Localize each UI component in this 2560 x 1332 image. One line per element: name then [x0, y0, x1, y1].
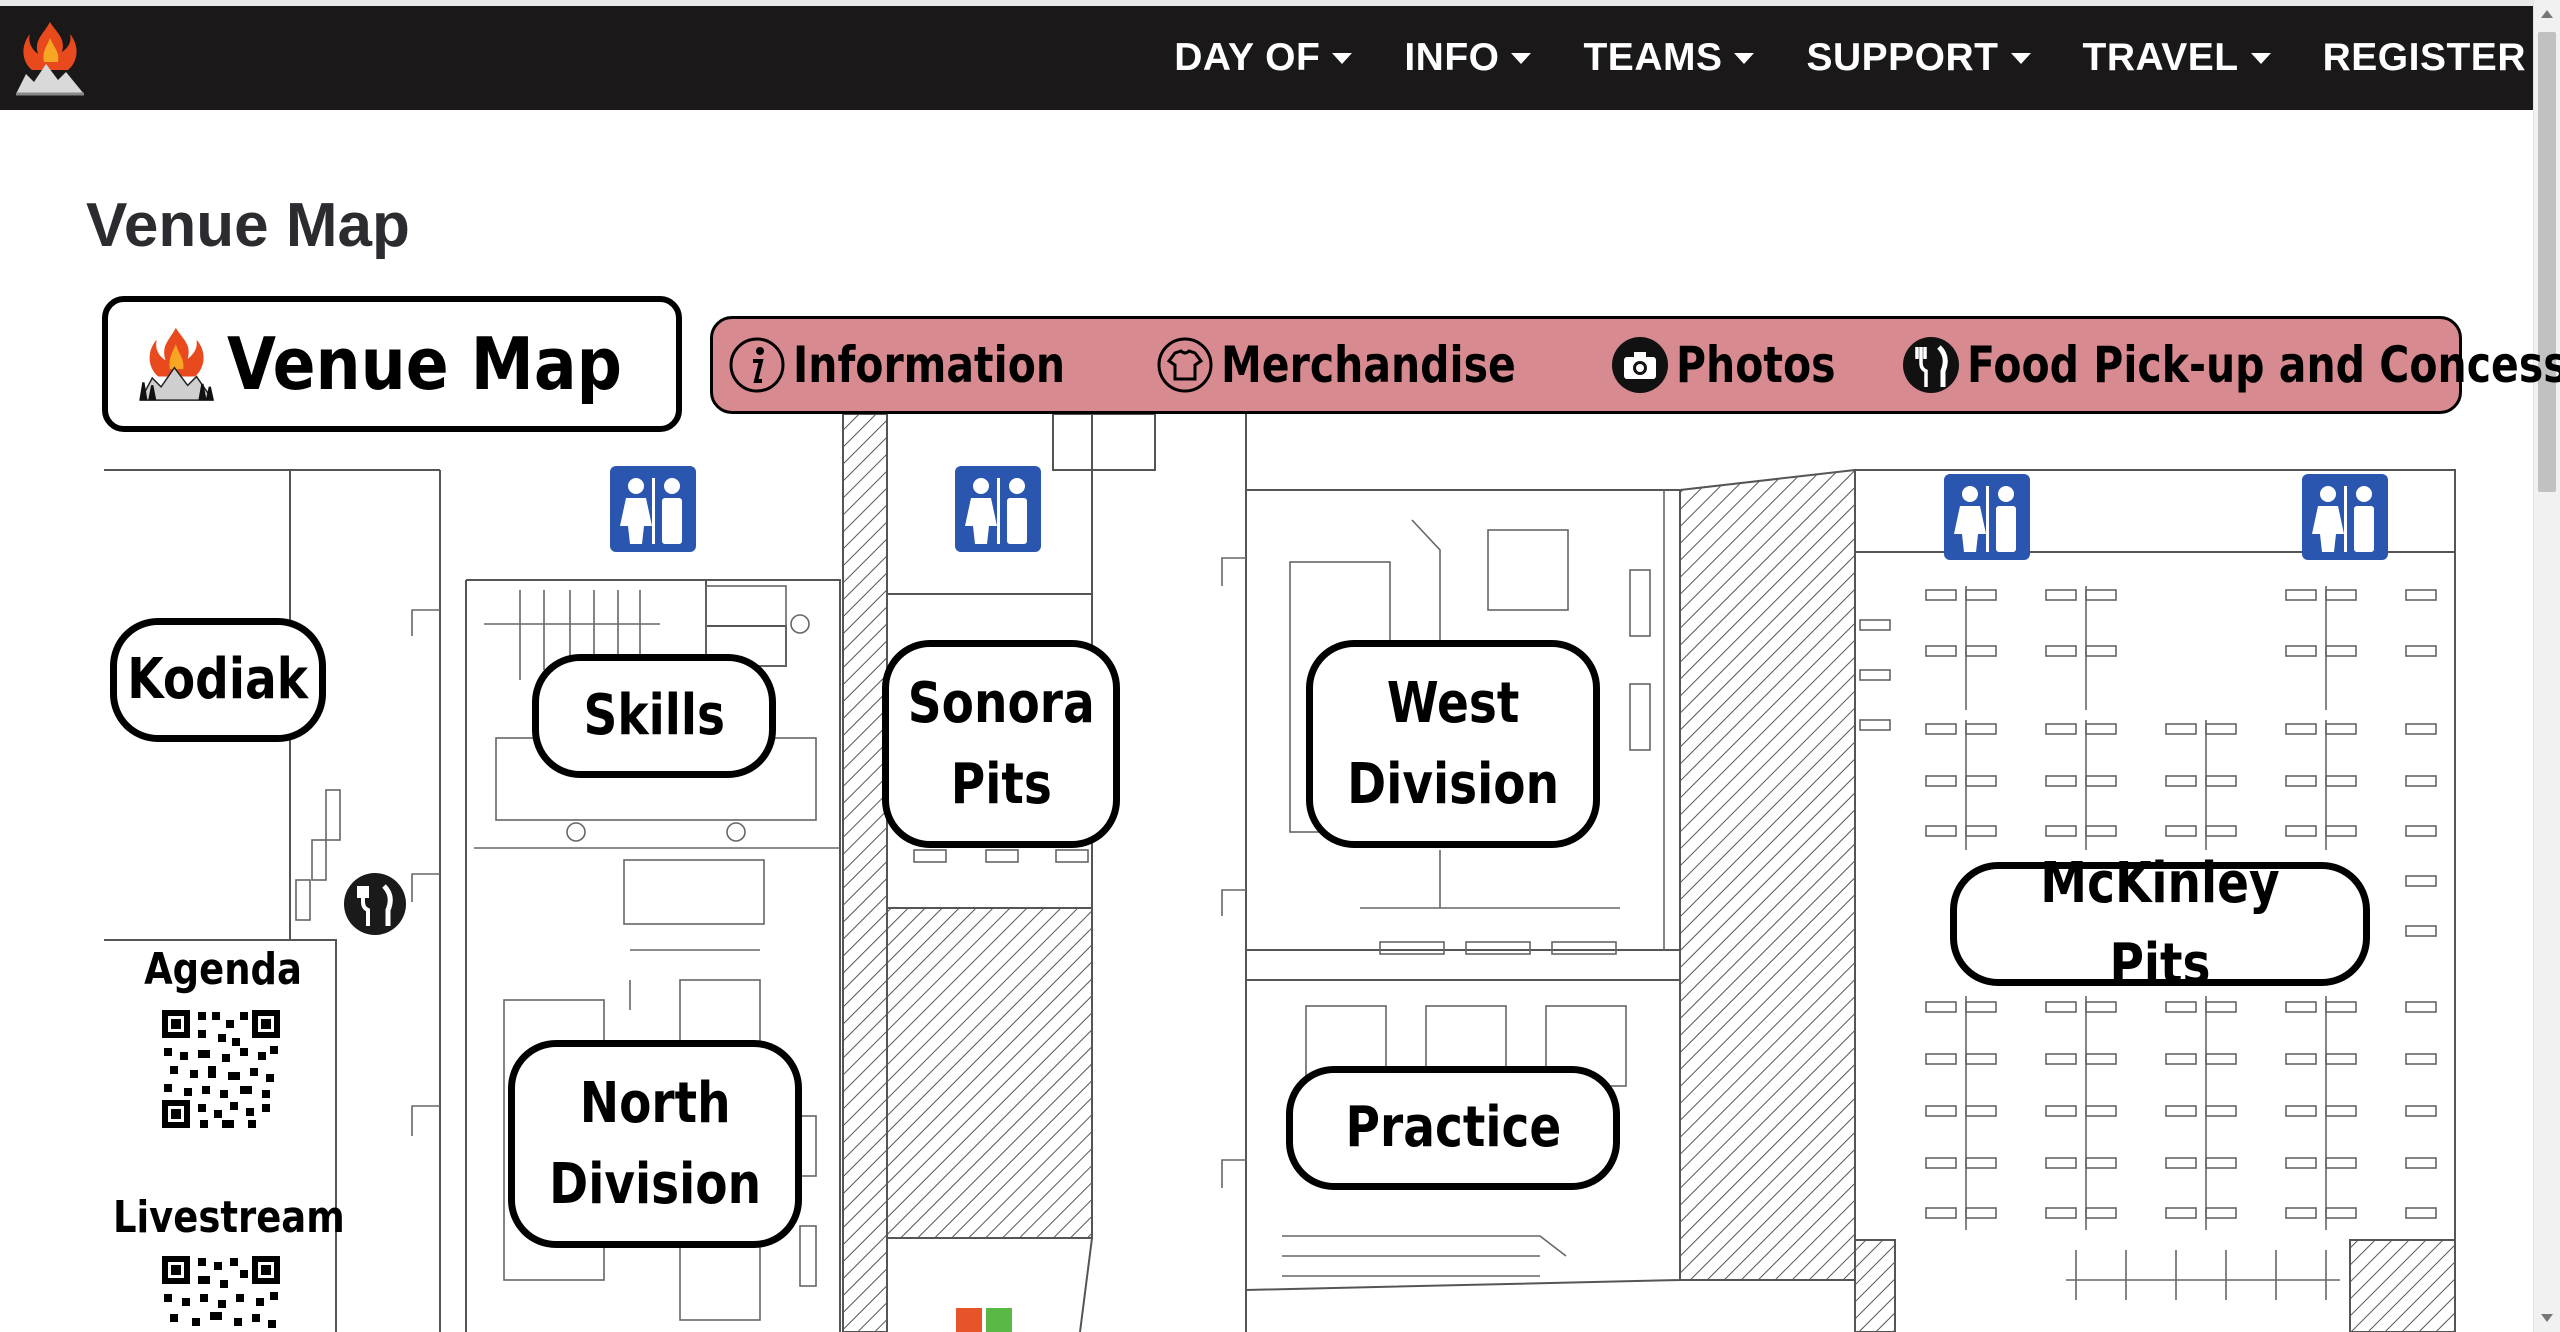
- nav-day-of[interactable]: DAY OF: [1174, 36, 1353, 80]
- zone-sonora-label: Sonora Pits: [907, 670, 1095, 817]
- navbar: DAY OF INFO TEAMS SUPPORT TRAVEL REGISTE…: [0, 6, 2534, 110]
- food-location-icon: [344, 873, 406, 935]
- livestream-qr-code: [162, 1256, 280, 1332]
- legend-label-merchandise: Merchandise: [1220, 336, 1516, 394]
- zone-kodiak-label: Kodiak: [127, 647, 309, 713]
- fork-knife-icon: [1902, 337, 1959, 393]
- vertical-scrollbar[interactable]: [2533, 0, 2560, 1332]
- nav-teams-label: TEAMS: [1583, 36, 1723, 79]
- camera-icon: [1612, 337, 1669, 393]
- legend-label-information: Information: [793, 336, 1066, 394]
- information-icon: [729, 337, 785, 393]
- merchandise-location-icon: [956, 1308, 1012, 1332]
- caret-down-icon: [1734, 52, 1755, 64]
- legend-item-merchandise: Merchandise: [1155, 335, 1581, 395]
- legend-item-food: Food Pick-up and Concessions: [1901, 335, 2560, 395]
- zone-north-division[interactable]: North Division: [508, 1040, 802, 1248]
- nav-info-label: INFO: [1404, 36, 1500, 79]
- zone-practice[interactable]: Practice: [1286, 1066, 1620, 1190]
- zone-sonora-pits[interactable]: Sonora Pits: [882, 640, 1120, 848]
- nav-support-label: SUPPORT: [1806, 36, 1999, 79]
- legend-item-information: Information: [727, 335, 1125, 395]
- event-logo-icon: [139, 327, 215, 401]
- map-title-text: Venue Map: [227, 322, 623, 406]
- zone-mckinley-label: McKinley Pits: [2040, 850, 2280, 997]
- zone-mckinley-pits[interactable]: McKinley Pits: [1950, 851, 2370, 997]
- zone-west-division[interactable]: West Division: [1306, 640, 1600, 848]
- floor-plan-drawing: [104, 413, 2456, 1332]
- venue-map: [100, 290, 2460, 1332]
- zone-skills[interactable]: Skills: [532, 654, 776, 778]
- zone-kodiak[interactable]: Kodiak: [110, 618, 326, 742]
- caret-down-icon: [1511, 52, 1532, 64]
- merchandise-icon: [1157, 337, 1213, 393]
- nav-support[interactable]: SUPPORT: [1806, 36, 2031, 80]
- nav-register-label: REGISTER: [2322, 36, 2526, 79]
- agenda-qr-code: [162, 1010, 280, 1128]
- page-title: Venue Map: [86, 191, 410, 260]
- nav-travel[interactable]: TRAVEL: [2083, 36, 2271, 80]
- agenda-qr-label: Agenda: [144, 944, 302, 995]
- scroll-down-arrow-icon[interactable]: [2541, 1314, 2553, 1322]
- nav-register[interactable]: REGISTER: [2323, 36, 2526, 80]
- zone-skills-label: Skills: [583, 683, 725, 749]
- scroll-up-arrow-icon[interactable]: [2541, 10, 2553, 18]
- legend-label-food: Food Pick-up and Concessions: [1966, 336, 2560, 394]
- caret-down-icon: [1332, 52, 1353, 64]
- legend-item-photos: Photos: [1610, 335, 1871, 395]
- nav-teams[interactable]: TEAMS: [1583, 36, 1755, 80]
- map-title-box: Venue Map: [102, 296, 682, 432]
- scrollbar-thumb[interactable]: [2538, 32, 2556, 492]
- nav-day-of-label: DAY OF: [1174, 36, 1321, 79]
- nav-travel-label: TRAVEL: [2082, 36, 2239, 79]
- caret-down-icon: [2250, 52, 2271, 64]
- zone-west-label: West Division: [1347, 670, 1559, 817]
- site-logo-icon[interactable]: [12, 18, 88, 98]
- nav-info[interactable]: INFO: [1404, 36, 1532, 80]
- legend-label-photos: Photos: [1676, 336, 1836, 394]
- caret-down-icon: [2010, 52, 2031, 64]
- livestream-qr-label: Livestream: [112, 1192, 345, 1243]
- zone-practice-label: Practice: [1345, 1095, 1561, 1161]
- zone-north-label: North Division: [549, 1070, 761, 1217]
- map-legend: Information Merchandise Photos Food Pick…: [710, 316, 2560, 414]
